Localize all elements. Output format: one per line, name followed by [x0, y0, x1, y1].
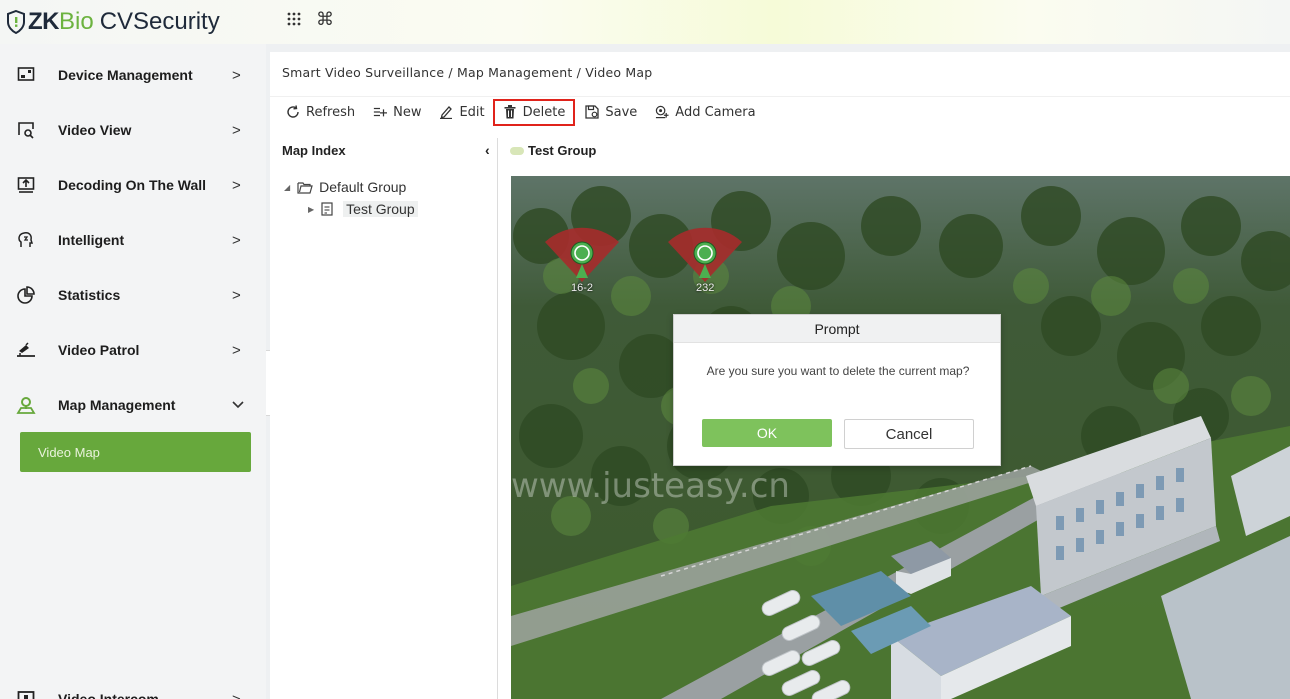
breadcrumb: Smart Video Surveillance / Map Managemen…: [282, 65, 653, 80]
tree-node-label: Default Group: [319, 179, 407, 195]
map-index-panel: Map Index ‹ ◢ Default Group ▶ Test Group: [270, 138, 498, 699]
toolbar: Refresh New Edit Delete Save Add Camera: [286, 98, 774, 126]
map-index-title: Map Index: [282, 143, 346, 158]
sidebar-subitem-video-map[interactable]: Video Map: [20, 432, 251, 472]
chevron-right-icon: >: [232, 231, 241, 249]
edit-label: Edit: [459, 104, 485, 120]
map-index-collapse-button[interactable]: ‹: [485, 142, 490, 158]
sidebar-item-video-patrol[interactable]: Video Patrol >: [0, 331, 266, 369]
sidebar-item-video-view[interactable]: Video View >: [0, 111, 266, 149]
sidebar-item-label: Decoding On The Wall: [58, 177, 207, 193]
confirm-delete-dialog: Prompt Are you sure you want to delete t…: [673, 314, 1001, 466]
map-header: Test Group: [510, 143, 596, 158]
map-icon: [16, 395, 36, 415]
save-label: Save: [605, 104, 638, 120]
chevron-right-icon: >: [232, 286, 241, 304]
sidebar-item-intelligent[interactable]: Intelligent >: [0, 221, 266, 259]
intelligent-icon: [16, 230, 36, 250]
sidebar-subitem-label: Video Map: [38, 444, 100, 460]
camera-label: 16-2: [571, 282, 594, 294]
sidebar-item-label: Video View: [58, 122, 132, 138]
chevron-right-icon: >: [232, 121, 241, 139]
sidebar-item-label: Video Intercom: [58, 691, 159, 699]
delete-label: Delete: [522, 104, 566, 120]
dialog-title: Prompt: [674, 315, 1000, 343]
sidebar-item-label: Intelligent: [58, 232, 125, 248]
shield-logo-icon: [7, 10, 25, 34]
watermark-text: www.justeasy.cn: [511, 466, 790, 506]
chevron-right-icon: >: [232, 690, 241, 699]
cancel-button[interactable]: Cancel: [844, 419, 974, 449]
logo-bio: Bio: [59, 8, 94, 35]
dialog-message: Are you sure you want to delete the curr…: [706, 364, 970, 378]
refresh-label: Refresh: [306, 104, 356, 120]
divider: [270, 96, 1290, 97]
sidebar-item-statistics[interactable]: Statistics >: [0, 276, 266, 314]
intercom-icon: [16, 689, 36, 699]
edit-button[interactable]: Edit: [439, 104, 485, 120]
trash-icon: [503, 105, 517, 119]
save-button[interactable]: Save: [585, 105, 637, 120]
folder-icon: [297, 180, 313, 194]
document-icon: [321, 202, 337, 216]
decode-wall-icon: [16, 175, 36, 195]
sidebar: Device Management > Video View > Decodin…: [0, 44, 266, 699]
edit-icon: [439, 105, 453, 119]
sidebar-item-device-management[interactable]: Device Management >: [0, 56, 266, 94]
chevron-right-icon: >: [232, 66, 241, 84]
camera-label: 232: [696, 282, 715, 294]
sidebar-item-map-management[interactable]: Map Management: [0, 386, 266, 424]
refresh-icon: [286, 105, 300, 119]
save-icon: [585, 105, 600, 119]
app-logo: ZK Bio CVSecurity: [6, 6, 220, 38]
chevron-down-icon: [232, 396, 244, 413]
tree-node-label: Test Group: [343, 201, 418, 217]
chevron-right-icon: >: [232, 176, 241, 194]
new-button[interactable]: New: [373, 105, 421, 120]
add-camera-icon: [655, 105, 669, 119]
tree-node-test-group[interactable]: ▶ Test Group: [308, 201, 418, 217]
new-label: New: [393, 104, 422, 120]
chevron-right-icon: >: [232, 341, 241, 359]
logo-cvsecurity: CVSecurity: [99, 8, 220, 35]
sidebar-item-video-intercom[interactable]: Video Intercom >: [0, 680, 266, 699]
command-icon[interactable]: ⌘: [316, 9, 334, 30]
logo-zk: ZK: [28, 8, 60, 35]
top-header: ZK Bio CVSecurity ⌘: [0, 0, 1290, 44]
caret-right-icon: ▶: [308, 204, 315, 214]
new-icon: [373, 105, 388, 119]
caret-down-icon: ◢: [284, 182, 291, 192]
add-camera-button[interactable]: Add Camera: [655, 104, 756, 120]
sidebar-item-label: Device Management: [58, 67, 193, 83]
map-header-title: Test Group: [528, 143, 597, 158]
video-view-icon: [16, 120, 36, 140]
add-camera-label: Add Camera: [675, 104, 756, 120]
camera-marker-232[interactable]: 232: [666, 220, 744, 300]
statistics-icon: [16, 285, 36, 305]
delete-button[interactable]: Delete: [492, 98, 576, 126]
grid-icon[interactable]: [286, 11, 302, 32]
map-header-marker-icon: [510, 146, 524, 155]
sidebar-item-label: Statistics: [58, 287, 121, 303]
device-icon: [16, 65, 36, 85]
ok-button[interactable]: OK: [702, 419, 832, 447]
refresh-button[interactable]: Refresh: [286, 105, 355, 120]
tree-node-default-group[interactable]: ◢ Default Group: [284, 179, 406, 195]
camera-marker-16-2[interactable]: 16-2: [543, 220, 621, 300]
sidebar-item-decoding-on-the-wall[interactable]: Decoding On The Wall >: [0, 166, 266, 204]
sidebar-item-label: Map Management: [58, 397, 176, 413]
patrol-icon: [16, 340, 36, 360]
sidebar-item-label: Video Patrol: [58, 342, 140, 358]
